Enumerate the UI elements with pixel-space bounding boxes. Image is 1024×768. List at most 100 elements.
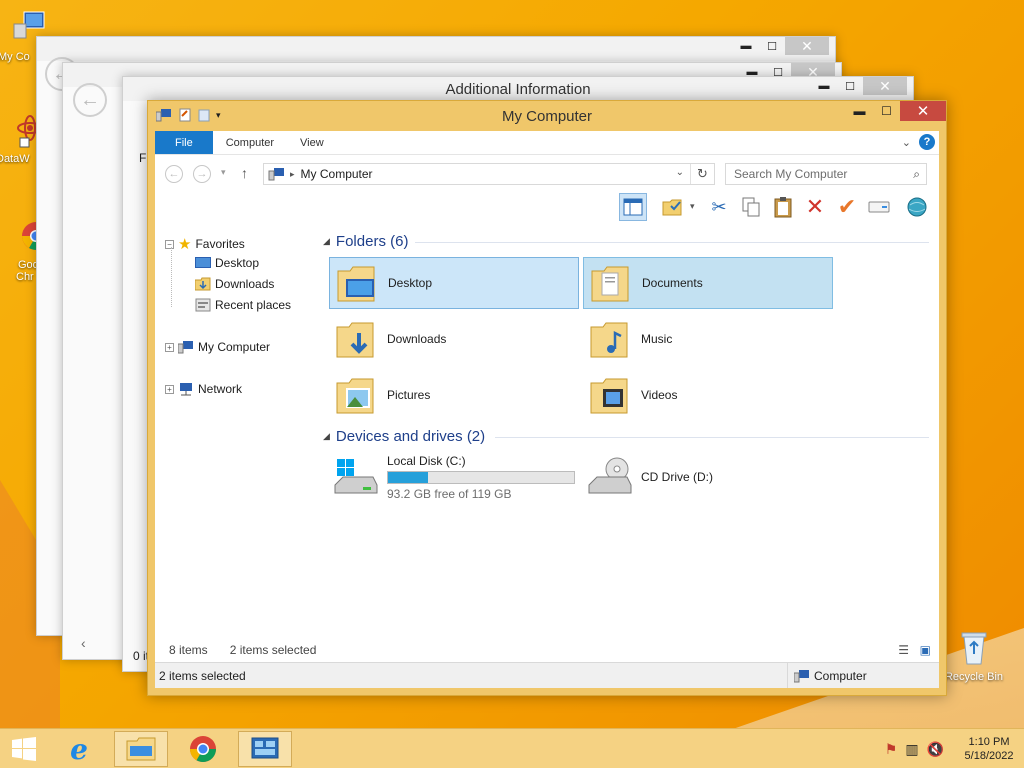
folder-label: Pictures <box>387 388 431 402</box>
paste-button[interactable] <box>769 193 797 221</box>
properties-button[interactable] <box>659 193 687 221</box>
collapse-triangle-icon[interactable]: ◢ <box>323 431 330 442</box>
tree-item-downloads[interactable]: Downloads <box>195 277 274 291</box>
folder-label: Music <box>641 332 673 346</box>
cut-button[interactable]: ✂ <box>705 193 733 221</box>
copy-icon <box>742 197 760 217</box>
tree-item-favorites[interactable]: − ★ Favorites <box>165 235 245 253</box>
tab-computer[interactable]: Computer <box>213 131 287 154</box>
folder-tile-desktop[interactable]: Desktop <box>329 257 579 309</box>
control-panel-icon <box>251 737 279 759</box>
window-titlebar[interactable]: ▾ My Computer ▬ ☐ ✕ <box>148 101 946 131</box>
back-icon[interactable]: ← <box>73 83 107 117</box>
minimize-icon[interactable]: ▬ <box>811 77 837 95</box>
tab-file[interactable]: File <box>155 131 213 154</box>
close-icon[interactable]: ✕ <box>863 77 907 95</box>
up-arrow-icon[interactable]: ↑ <box>241 165 248 181</box>
maximize-icon[interactable]: ☐ <box>759 37 785 55</box>
tree-label: Favorites <box>195 237 245 251</box>
tiles-view-icon[interactable]: ▣ <box>920 643 931 657</box>
drive-tile-d[interactable]: CD Drive (D:) <box>583 449 833 505</box>
desktop-icon <box>195 257 211 268</box>
computer-icon <box>268 168 284 181</box>
drive-usage-fill <box>388 471 429 483</box>
recent-locations-icon[interactable]: ▾ <box>221 167 226 178</box>
details-view-icon[interactable]: ☰ <box>898 643 909 657</box>
chevron-down-icon[interactable]: ⌄ <box>676 167 684 178</box>
maximize-icon[interactable]: ☐ <box>837 77 863 95</box>
desktop-folder-icon <box>337 266 375 302</box>
explorer-body: File Computer View ⌄ ? ← → ▾ ↑ ▸ My Comp… <box>155 131 939 688</box>
folder-tile-downloads[interactable]: Downloads <box>329 313 579 365</box>
folder-tile-pictures[interactable]: Pictures <box>329 369 579 421</box>
checkmark-icon: ✔ <box>837 194 857 219</box>
tree-item-desktop[interactable]: Desktop <box>195 256 259 270</box>
close-icon[interactable]: ✕ <box>900 101 946 121</box>
group-divider <box>415 242 929 243</box>
folder-tile-videos[interactable]: Videos <box>583 369 833 421</box>
desktop-icon-label: Recycle Bin <box>944 671 1004 683</box>
clock-date: 5/18/2022 <box>964 750 1014 762</box>
network-status-icon[interactable]: ▥ <box>905 741 918 758</box>
address-location[interactable]: My Computer <box>301 167 373 181</box>
documents-folder-icon <box>591 266 629 302</box>
scroll-left-icon[interactable]: ‹ <box>81 635 86 651</box>
tree-item-network[interactable]: + Network <box>165 382 242 396</box>
breadcrumb-chevron-icon[interactable]: ▸ <box>290 169 295 180</box>
collapse-triangle-icon[interactable]: ◢ <box>323 236 330 247</box>
drive-icon <box>868 201 890 213</box>
copy-button[interactable] <box>737 193 765 221</box>
map-drive-button[interactable] <box>865 193 893 221</box>
expand-icon[interactable]: + <box>165 384 174 394</box>
network-globe-button[interactable] <box>903 193 931 221</box>
tree-item-my-computer[interactable]: + My Computer <box>165 340 270 354</box>
forward-icon[interactable]: → <box>193 165 211 183</box>
music-folder-icon <box>590 322 628 358</box>
details-status-line: 8 items 2 items selected ☰ ▣ <box>155 638 939 662</box>
taskbar-file-explorer[interactable] <box>114 731 168 767</box>
rename-button[interactable]: ✔ <box>833 193 861 221</box>
group-header-folders[interactable]: ◢ Folders (6) <box>323 233 408 250</box>
address-bar[interactable]: ▸ My Computer ⌄ ↻ <box>263 163 715 185</box>
folder-label: Downloads <box>387 332 447 346</box>
collapse-icon[interactable]: − <box>165 239 174 249</box>
drive-tile-c[interactable]: Local Disk (C:) 93.2 GB free of 119 GB <box>329 449 579 505</box>
help-icon[interactable]: ? <box>919 134 935 150</box>
group-header-devices[interactable]: ◢ Devices and drives (2) <box>323 428 485 445</box>
tree-item-recent-places[interactable]: Recent places <box>195 298 291 312</box>
volume-muted-icon[interactable]: 🔇 <box>927 741 944 758</box>
action-center-flag-icon[interactable]: ⚑ <box>885 741 898 758</box>
tab-view[interactable]: View <box>287 131 337 154</box>
background-window-titlebar: Additional Information ▬ ☐ ✕ <box>123 77 913 101</box>
search-input[interactable]: Search My Computer ⌕ <box>725 163 927 185</box>
preview-pane-button[interactable] <box>619 193 647 221</box>
command-toolbar: ▾ ✂ ✕ ✔ <box>155 191 939 225</box>
back-icon[interactable]: ← <box>165 165 183 183</box>
maximize-icon[interactable]: ☐ <box>873 101 900 121</box>
clock[interactable]: 1:10 PM 5/18/2022 <box>954 735 1024 763</box>
minimize-icon[interactable]: ▬ <box>846 101 873 121</box>
expand-icon[interactable]: + <box>165 342 174 352</box>
selected-count: 2 items selected <box>229 643 317 657</box>
delete-button[interactable]: ✕ <box>801 193 829 221</box>
downloads-folder-icon <box>195 277 211 291</box>
group-title: Folders (6) <box>335 233 409 250</box>
search-icon[interactable]: ⌕ <box>913 167 920 182</box>
window-controls: ▬ ☐ ✕ <box>846 101 946 121</box>
minimize-icon[interactable]: ▬ <box>733 37 759 55</box>
chevron-down-icon[interactable]: ▾ <box>690 201 695 212</box>
status-bar: 2 items selected Computer <box>155 662 939 688</box>
pane-icon <box>623 198 643 216</box>
taskbar-internet-explorer[interactable]: e <box>52 731 106 767</box>
taskbar-chrome[interactable] <box>176 731 230 767</box>
my-computer-window[interactable]: ▾ My Computer ▬ ☐ ✕ File Computer View ⌄… <box>147 100 947 696</box>
desktop-icon-recycle-bin[interactable]: Recycle Bin <box>944 630 1004 683</box>
ribbon-expand-icon[interactable]: ⌄ <box>902 136 911 149</box>
taskbar-control-panel[interactable] <box>238 731 292 767</box>
folder-tile-documents[interactable]: Documents <box>583 257 833 309</box>
refresh-icon[interactable]: ↻ <box>690 164 714 184</box>
folder-tile-music[interactable]: Music <box>583 313 833 365</box>
start-button[interactable] <box>0 731 48 767</box>
chrome-icon <box>189 736 217 763</box>
close-icon[interactable]: ✕ <box>785 37 829 55</box>
